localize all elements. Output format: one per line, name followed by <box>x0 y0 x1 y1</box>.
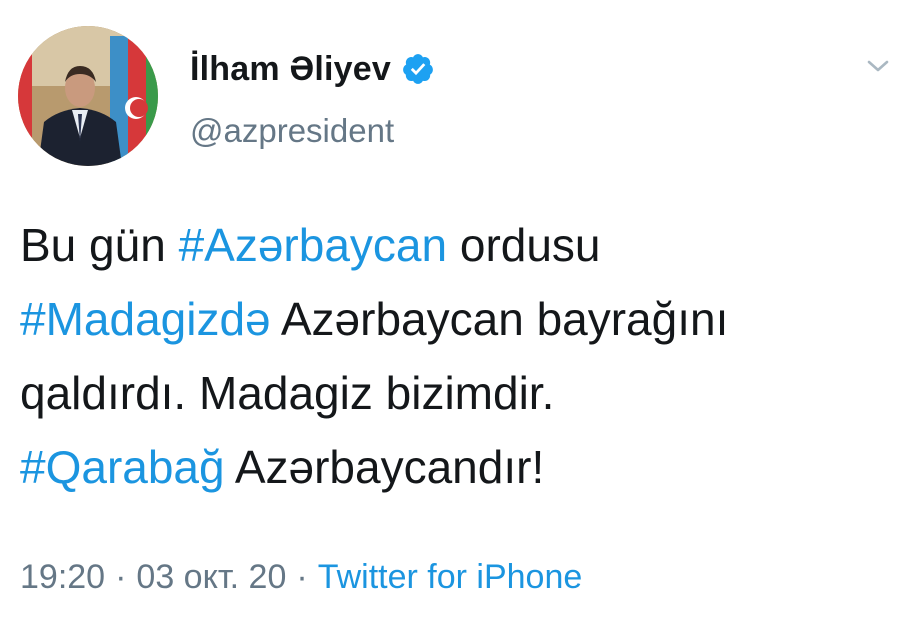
tweet-time[interactable]: 19:20 <box>20 558 105 596</box>
tweet-text-segment: ordusu <box>447 219 601 271</box>
tweet-date[interactable]: 03 окт. 20 <box>136 558 286 596</box>
hashtag-link[interactable]: #Madagizdə <box>20 293 271 345</box>
tweet-text-segment: Azərbaycandır! <box>224 441 545 493</box>
verified-badge-icon <box>401 52 435 86</box>
meta-separator: · <box>296 558 308 596</box>
author-name-row: İlham Əliyev <box>190 44 435 94</box>
tweet-text-segment: Azərbaycan bayrağını <box>270 293 729 345</box>
profile-photo-icon <box>18 26 158 166</box>
author-handle[interactable]: @azpresident <box>190 112 394 150</box>
tweet-text-segment: Bu gün <box>20 219 179 271</box>
tweet-text-line: #Madagizdə Azərbaycan bayrağını <box>20 282 900 356</box>
author-avatar[interactable] <box>18 26 158 166</box>
chevron-down-icon <box>867 60 889 72</box>
tweet-text-line: #Qarabağ Azərbaycandır! <box>20 430 900 504</box>
author-display-name[interactable]: İlham Əliyev <box>190 50 391 89</box>
meta-separator: · <box>115 558 127 596</box>
tweet-menu-button[interactable] <box>858 50 898 82</box>
tweet-meta: 19:20 · 03 окт. 20 · Twitter for iPhone <box>20 558 582 597</box>
tweet-text-segment: qaldırdı. Madagiz bizimdir. <box>20 367 555 419</box>
hashtag-link[interactable]: #Azərbaycan <box>179 219 448 271</box>
tweet-source-link[interactable]: Twitter for iPhone <box>318 558 583 596</box>
tweet-text-line: Bu gün #Azərbaycan ordusu <box>20 208 900 282</box>
hashtag-link[interactable]: #Qarabağ <box>20 441 225 493</box>
tweet-text: Bu gün #Azərbaycan ordusu #Madagizdə Azər… <box>20 208 900 504</box>
tweet-text-line: qaldırdı. Madagiz bizimdir. <box>20 356 900 430</box>
